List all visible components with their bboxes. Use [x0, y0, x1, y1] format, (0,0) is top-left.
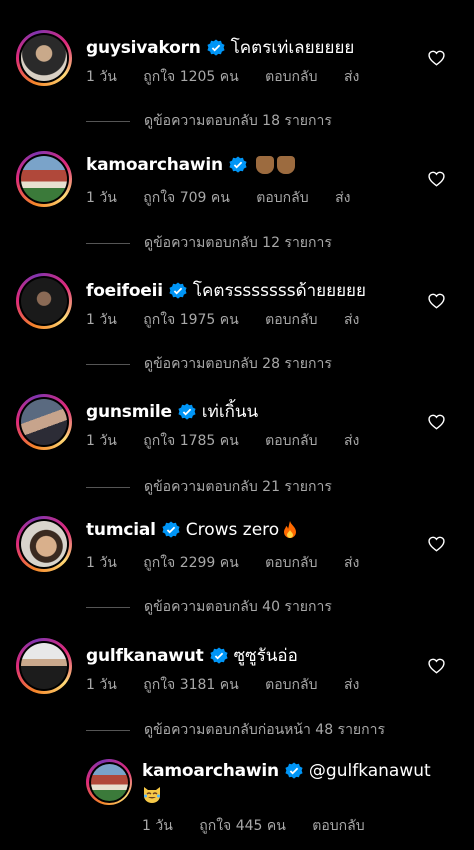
likes-count[interactable]: ถูกใจ 2299 คน	[143, 555, 238, 571]
view-replies-label: ดูข้อความตอบกลับ 21 รายการ	[144, 479, 332, 495]
divider	[86, 729, 130, 731]
heart-icon[interactable]	[428, 414, 445, 430]
divider	[86, 363, 130, 365]
username[interactable]: foeifoeii	[86, 281, 163, 301]
heart-icon[interactable]	[428, 293, 445, 309]
comment-header: kamoarchawin @gulfkanawut	[142, 761, 431, 781]
reply-button[interactable]: ตอบกลับ	[265, 555, 317, 571]
heart-icon[interactable]	[428, 171, 445, 187]
username[interactable]: guysivakorn	[86, 38, 201, 58]
username[interactable]: gulfkanawut	[86, 646, 204, 666]
avatar[interactable]	[16, 516, 72, 572]
comment-meta: 1 วัน ถูกใจ 709 คน ตอบกลับ ส่ง	[86, 187, 372, 209]
comment-meta: 1 วัน ถูกใจ 3181 คน ตอบกลับ ส่ง	[86, 674, 381, 696]
reply-button[interactable]: ตอบกลับ	[312, 818, 364, 834]
avatar[interactable]	[16, 638, 72, 694]
comment-text: โคตรsssssssด้ายยยยย	[192, 281, 366, 301]
divider	[86, 606, 130, 608]
comment-header: foeifoeii โคตรsssssssด้ายยยยย	[86, 277, 366, 304]
verified-badge-icon	[162, 521, 180, 538]
timestamp: 1 วัน	[86, 312, 117, 328]
view-replies-button[interactable]: ดูข้อความตอบกลับ 18 รายการ	[86, 110, 332, 132]
divider	[86, 242, 130, 244]
view-replies-button[interactable]: ดูข้อความตอบกลับ 12 รายการ	[86, 232, 332, 254]
comment-meta: 1 วัน ถูกใจ 1785 คน ตอบกลับ ส่ง	[86, 430, 381, 452]
reply-button[interactable]: ตอบกลับ	[256, 190, 308, 206]
comment-meta: 1 วัน ถูกใจ 2299 คน ตอบกลับ ส่ง	[86, 552, 381, 574]
verified-badge-icon	[210, 646, 228, 664]
likes-count[interactable]: ถูกใจ 3181 คน	[143, 677, 238, 693]
comment-meta: 1 วัน ถูกใจ 445 คน ตอบกลับ	[142, 815, 387, 837]
comment-header: kamoarchawin	[86, 155, 295, 175]
likes-count[interactable]: ถูกใจ 1785 คน	[143, 433, 238, 449]
reply-button[interactable]: ตอบกลับ	[265, 677, 317, 693]
send-button[interactable]: ส่ง	[344, 555, 359, 571]
mention-link[interactable]: @gulfkanawut	[309, 761, 431, 781]
verified-badge-icon	[229, 156, 247, 173]
comment-header: guysivakorn โคตรเท่เลยยยยย	[86, 34, 354, 61]
avatar[interactable]	[16, 394, 72, 450]
reply-button[interactable]: ตอบกลับ	[265, 312, 317, 328]
send-button[interactable]: ส่ง	[335, 190, 350, 206]
avatar[interactable]	[16, 151, 72, 207]
username[interactable]: kamoarchawin	[86, 155, 223, 175]
username[interactable]: tumcial	[86, 520, 156, 540]
view-replies-label: ดูข้อความตอบกลับ 28 รายการ	[144, 356, 332, 372]
heart-icon[interactable]	[428, 50, 445, 66]
verified-badge-icon	[178, 402, 196, 420]
view-replies-button[interactable]: ดูข้อความตอบกลับ 40 รายการ	[86, 596, 332, 618]
avatar[interactable]	[16, 30, 72, 86]
cat-joy-icon	[144, 787, 160, 803]
send-button[interactable]: ส่ง	[344, 433, 359, 449]
fire-icon	[284, 521, 297, 538]
likes-count[interactable]: ถูกใจ 709 คน	[143, 190, 230, 206]
comment-text: โคตรเท่เลยยยยย	[230, 38, 355, 58]
reply-button[interactable]: ตอบกลับ	[265, 433, 317, 449]
avatar[interactable]	[16, 273, 72, 329]
heart-icon[interactable]	[428, 658, 445, 674]
timestamp: 1 วัน	[86, 677, 117, 693]
send-button[interactable]: ส่ง	[344, 69, 359, 85]
send-button[interactable]: ส่ง	[344, 677, 359, 693]
likes-count[interactable]: ถูกใจ 1205 คน	[143, 69, 238, 85]
reply-button[interactable]: ตอบกลับ	[265, 69, 317, 85]
heart-icon[interactable]	[428, 536, 445, 552]
timestamp: 1 วัน	[86, 555, 117, 571]
timestamp: 1 วัน	[86, 433, 117, 449]
comment-meta: 1 วัน ถูกใจ 1975 คน ตอบกลับ ส่ง	[86, 309, 381, 331]
timestamp: 1 วัน	[142, 818, 173, 834]
verified-badge-icon	[285, 762, 303, 779]
view-replies-label: ดูข้อความตอบกลับ 18 รายการ	[144, 113, 332, 129]
username[interactable]: kamoarchawin	[142, 761, 279, 781]
view-replies-label: ดูข้อความตอบกลับ 12 รายการ	[144, 235, 332, 251]
divider	[86, 120, 130, 122]
timestamp: 1 วัน	[86, 69, 117, 85]
comment-header: gulfkanawut ซูซูรันอ่อ	[86, 642, 298, 669]
comment-meta: 1 วัน ถูกใจ 1205 คน ตอบกลับ ส่ง	[86, 66, 381, 88]
thumbs-up-icon	[255, 156, 274, 174]
view-replies-button[interactable]: ดูข้อความตอบกลับก่อนหน้า 48 รายการ	[86, 719, 385, 741]
verified-badge-icon	[207, 38, 225, 56]
avatar[interactable]	[86, 759, 132, 805]
username[interactable]: gunsmile	[86, 402, 172, 422]
send-button[interactable]: ส่ง	[344, 312, 359, 328]
likes-count[interactable]: ถูกใจ 445 คน	[199, 818, 286, 834]
verified-badge-icon	[169, 281, 187, 299]
comment-header: tumcial Crows zero	[86, 520, 299, 540]
view-replies-button[interactable]: ดูข้อความตอบกลับ 28 รายการ	[86, 353, 332, 375]
view-replies-label: ดูข้อความตอบกลับ 40 รายการ	[144, 599, 332, 615]
view-replies-button[interactable]: ดูข้อความตอบกลับ 21 รายการ	[86, 476, 332, 498]
comment-header: gunsmile เท่เกิ้นน	[86, 398, 258, 425]
thumbs-up-icon	[276, 156, 295, 174]
timestamp: 1 วัน	[86, 190, 117, 206]
view-replies-label: ดูข้อความตอบกลับก่อนหน้า 48 รายการ	[144, 722, 385, 738]
likes-count[interactable]: ถูกใจ 1975 คน	[143, 312, 238, 328]
comment-text: เท่เกิ้นน	[201, 402, 259, 422]
divider	[86, 486, 130, 488]
comment-text: ซูซูรันอ่อ	[233, 646, 298, 666]
comment-text: Crows zero	[185, 520, 280, 540]
